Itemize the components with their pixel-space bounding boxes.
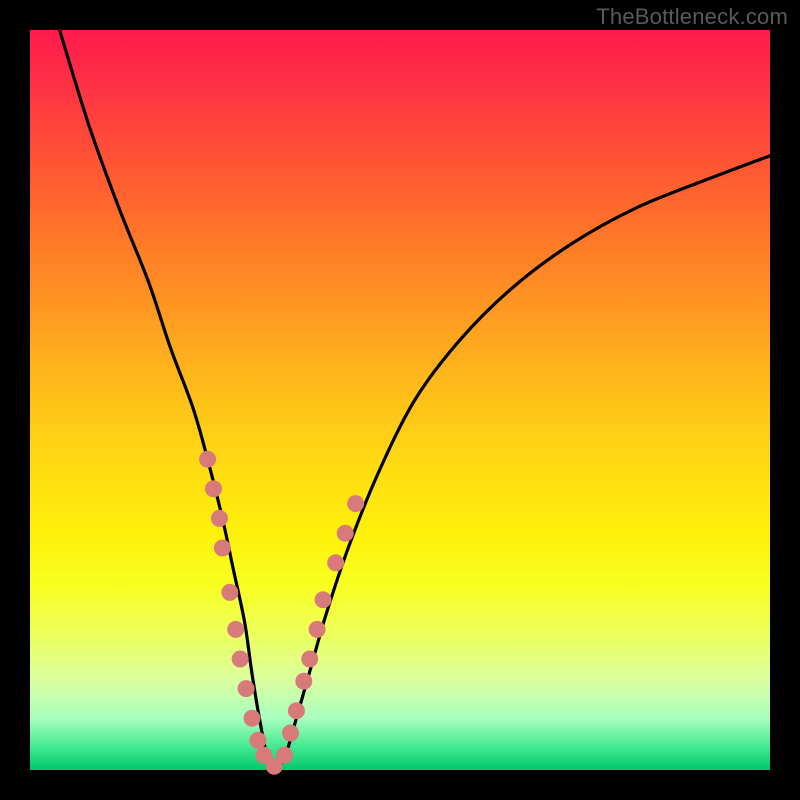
marker-dot [199,451,216,468]
curve-svg [30,30,770,770]
marker-dot [205,480,222,497]
watermark-text: TheBottleneck.com [596,4,788,30]
bottleneck-curve [60,30,770,770]
marker-dot [232,651,249,668]
marker-dot [282,725,299,742]
marker-dot [244,710,261,727]
marker-dot [238,680,255,697]
chart-frame: TheBottleneck.com [0,0,800,800]
marker-dot [327,554,344,571]
highlighted-points [199,451,364,775]
marker-dot [337,525,354,542]
marker-dot [347,495,364,512]
marker-dot [315,591,332,608]
marker-dot [309,621,326,638]
marker-dot [221,584,238,601]
marker-dot [295,673,312,690]
marker-dot [227,621,244,638]
marker-dot [276,747,293,764]
marker-dot [249,732,266,749]
marker-dot [301,651,318,668]
plot-area [30,30,770,770]
marker-dot [288,702,305,719]
marker-dot [211,510,228,527]
marker-dot [214,540,231,557]
